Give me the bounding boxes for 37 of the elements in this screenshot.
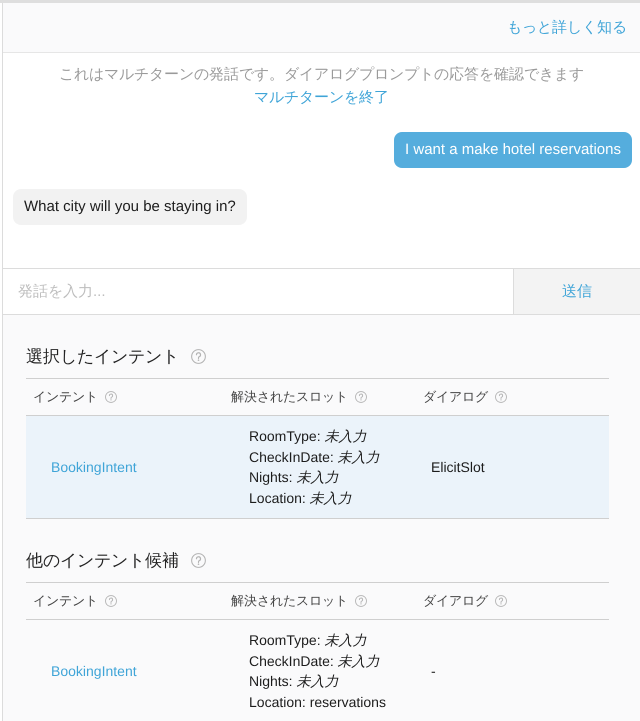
help-icon[interactable] xyxy=(495,391,507,403)
section-heading: 他のインテント候補 xyxy=(26,550,179,572)
user-message-bubble: I want a make hotel reservations xyxy=(394,132,632,168)
section-heading: 選択したインテント xyxy=(26,346,179,368)
dialog-state-text: ElicitSlot xyxy=(431,459,485,475)
intent-row[interactable]: BookingIntent RoomType: 未入力 CheckInDate: 未入力 Nights: 未入力 Location: 未入力 ElicitSlot xyxy=(26,416,609,519)
intent-link[interactable]: BookingIntent xyxy=(51,459,137,475)
slot-text: CheckInDate: 未入力 xyxy=(249,448,381,466)
slot-text: RoomType: 未入力 xyxy=(249,631,368,650)
column-header: インテント xyxy=(33,592,98,610)
slot-text: Location: 未入力 xyxy=(249,488,353,508)
utterance-input-field[interactable]: 発話を入力... xyxy=(3,268,513,315)
column-header: ダイアログ xyxy=(423,388,488,406)
help-icon[interactable] xyxy=(495,595,507,607)
column-header: インテント xyxy=(33,388,98,406)
send-button[interactable]: 送信 xyxy=(513,268,640,315)
slot-text: CheckInDate: 未入力 xyxy=(249,652,381,670)
help-icon[interactable] xyxy=(191,552,206,568)
end-multiturn-link[interactable]: マルチターンを終了 xyxy=(254,89,389,106)
column-header: 解決されたスロット xyxy=(231,388,348,406)
slot-text: Nights: 未入力 xyxy=(249,672,340,691)
column-header: ダイアログ xyxy=(423,592,488,610)
intent-link[interactable]: BookingIntent xyxy=(51,663,137,679)
multiturn-notice: これはマルチターンの発話です。ダイアログプロンプトの応答を確認できます xyxy=(59,66,584,83)
slot-text: Nights: 未入力 xyxy=(249,468,340,487)
help-icon[interactable] xyxy=(191,348,206,364)
slot-text: RoomType: 未入力 xyxy=(249,427,368,446)
column-header: 解決されたスロット xyxy=(231,592,348,610)
bot-message-bubble: What city will you be staying in? xyxy=(13,189,247,225)
intent-row[interactable]: BookingIntent RoomType: 未入力 CheckInDate: 未入力 Nights: 未入力 Location: reservations - xyxy=(26,620,609,721)
help-icon[interactable] xyxy=(105,391,117,403)
help-icon[interactable] xyxy=(355,391,367,403)
help-icon[interactable] xyxy=(355,595,367,607)
dialog-state-text: - xyxy=(431,663,436,679)
slot-text: Location: reservations xyxy=(249,692,387,712)
help-icon[interactable] xyxy=(105,595,117,607)
learn-more-link[interactable]: もっと詳しく知る xyxy=(507,18,627,37)
